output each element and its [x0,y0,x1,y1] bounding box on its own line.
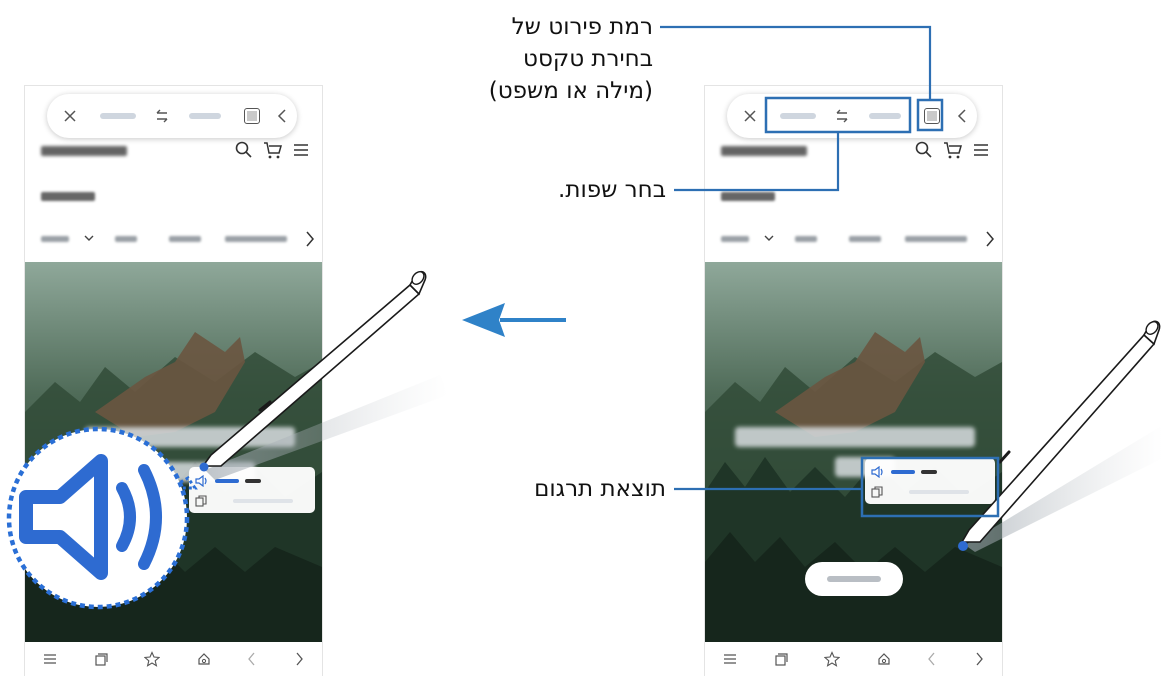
detail-level-highlight [916,98,944,132]
detail-level-callout-line [660,25,932,100]
annotation-overlay [6,25,1163,610]
choose-languages-callout-line [674,132,840,192]
left-arrow-icon [462,303,566,337]
speaker-magnifier [6,426,198,610]
language-selector-highlight [764,96,912,134]
translation-result-highlight [860,456,1000,518]
